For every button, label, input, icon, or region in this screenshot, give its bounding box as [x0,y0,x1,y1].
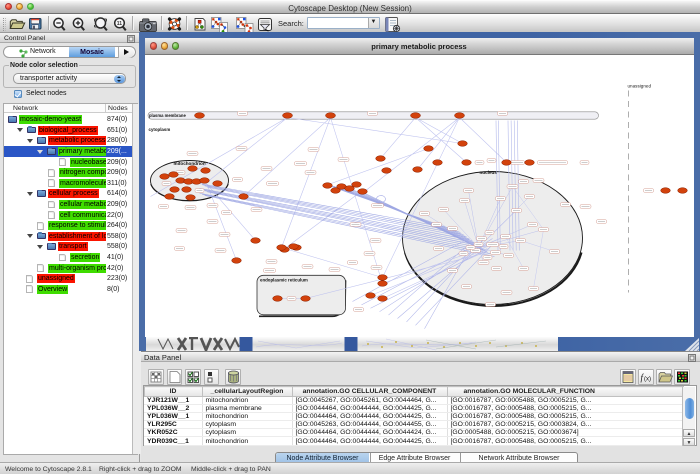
svg-text:plasma membrane: plasma membrane [149,113,186,118]
svg-text:endoplasmic reticulum: endoplasmic reticulum [260,277,308,282]
svg-text:cytoplasm: cytoplasm [148,127,170,132]
svg-text:(x): (x) [644,377,651,383]
svg-text:nucleus: nucleus [479,170,497,175]
svg-text:unassigned: unassigned [627,83,651,88]
svg-text:mitochondrion: mitochondrion [173,161,205,166]
svg-text:11: 11 [117,21,123,27]
